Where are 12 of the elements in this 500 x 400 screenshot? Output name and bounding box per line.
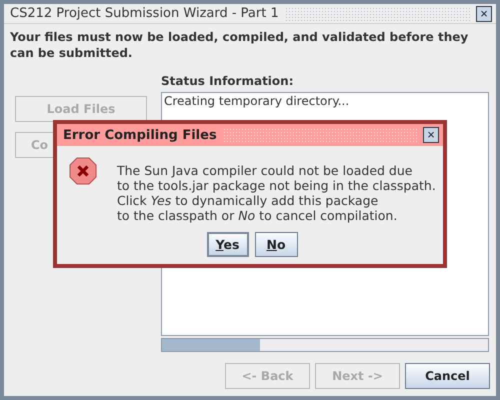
dialog-button[interactable]: No: [254, 232, 298, 257]
error-icon: [69, 157, 97, 185]
status-line: Creating temporary directory...: [164, 94, 350, 108]
dialog-title: Error Compiling Files: [63, 128, 217, 142]
dialog-button[interactable]: Yes: [206, 232, 248, 257]
wizard-button[interactable]: Cancel: [405, 363, 490, 390]
status-heading: Status Information:: [161, 74, 295, 90]
close-button[interactable]: ×: [476, 6, 492, 22]
instructions-text: Your files must now be loaded, compiled, and validated before they can be submitted.: [9, 29, 470, 62]
error-message: The Sun Java compiler could not be loaded due to the tools.jar package not being in the classpath. Click Yes to dynamically add this package to the classpath or No to cancel compilation.: [117, 162, 436, 223]
close-button[interactable]: ×: [423, 127, 439, 143]
window-title: CS212 Project Submission Wizard - Part 1: [10, 6, 279, 22]
